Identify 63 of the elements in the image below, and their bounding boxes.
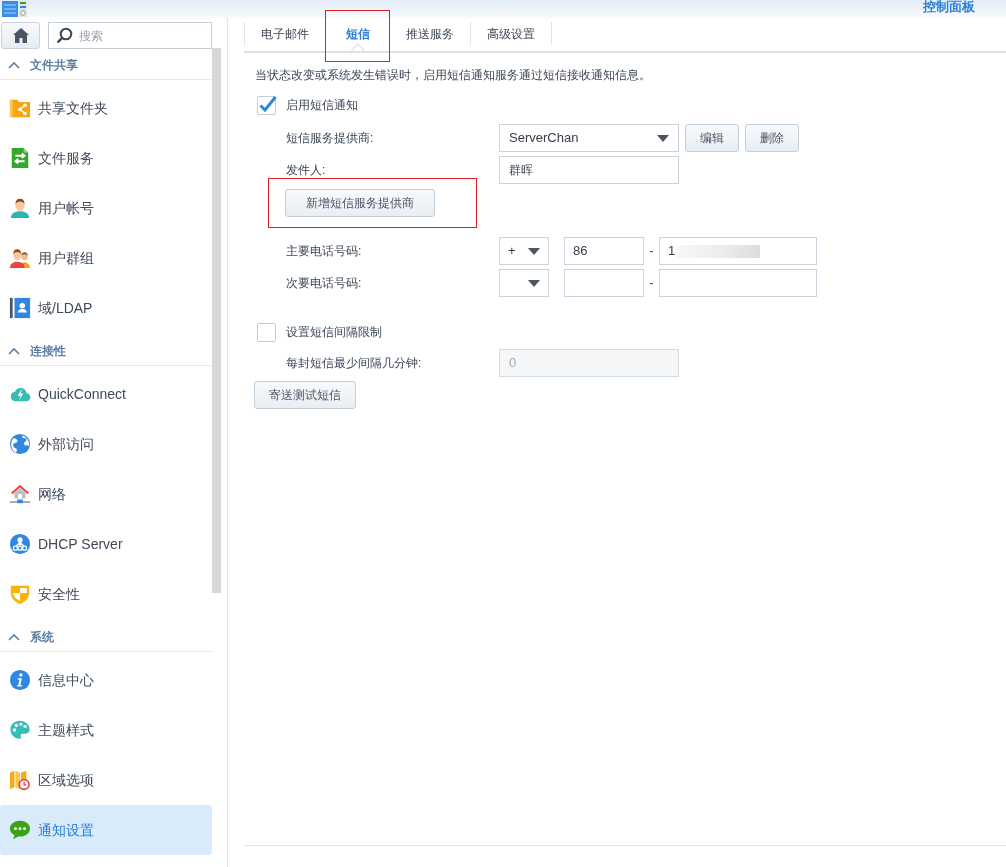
field-label: 主要电话号码: bbox=[286, 243, 363, 260]
sidebar-item[interactable]: 共享文件夹 bbox=[0, 83, 212, 133]
caret-down-icon bbox=[528, 247, 540, 255]
tab[interactable]: 高级设置 bbox=[471, 18, 551, 51]
field-label: 次要电话号码: bbox=[286, 275, 363, 292]
sidebar-item[interactable]: 用户帐号 bbox=[0, 183, 212, 233]
caret-down-icon bbox=[528, 279, 540, 287]
sidebar-item[interactable]: QuickConnect bbox=[0, 369, 212, 419]
palette-icon bbox=[9, 719, 31, 741]
home-button[interactable] bbox=[1, 22, 40, 49]
checkbox[interactable] bbox=[257, 95, 277, 115]
checkbox[interactable] bbox=[257, 322, 277, 342]
country-code-field[interactable] bbox=[564, 269, 644, 297]
shield-icon bbox=[9, 583, 31, 605]
country-prefix-dropdown[interactable]: + bbox=[499, 237, 549, 265]
caret-down-icon bbox=[657, 134, 669, 142]
sidebar-item[interactable]: 外部访问 bbox=[0, 419, 212, 469]
field-label: 每封短信最少间隔几分钟: bbox=[286, 355, 423, 372]
section-header[interactable]: 系统 bbox=[0, 622, 212, 652]
sender-field[interactable]: 群晖 bbox=[499, 156, 679, 184]
field-label: 短信服务提供商: bbox=[286, 130, 375, 147]
delete-button[interactable]: 删除 bbox=[745, 124, 799, 152]
sidebar-item[interactable]: 信息中心 bbox=[0, 655, 212, 705]
network-nodes-icon bbox=[9, 533, 31, 555]
home-icon bbox=[12, 28, 29, 43]
tab[interactable]: 推送服务 bbox=[390, 18, 470, 51]
send-test-button[interactable]: 寄送测试短信 bbox=[254, 381, 356, 409]
phone-number-field[interactable]: 1 bbox=[659, 237, 817, 265]
sidebar-item[interactable]: 文件服务 bbox=[0, 133, 212, 183]
globe-icon bbox=[9, 433, 31, 455]
info-icon bbox=[9, 669, 31, 691]
user-group-icon bbox=[9, 247, 31, 269]
contact-card-icon bbox=[9, 297, 31, 319]
folder-share-icon bbox=[9, 97, 31, 119]
country-code-field[interactable]: 86 bbox=[564, 237, 644, 265]
scrollbar-thumb[interactable] bbox=[212, 48, 221, 593]
map-clock-icon bbox=[9, 769, 31, 791]
sidebar-item[interactable]: 网络 bbox=[0, 469, 212, 519]
sidebar-item[interactable]: 用户群组 bbox=[0, 233, 212, 283]
sidebar-item[interactable]: 主题样式 bbox=[0, 705, 212, 755]
edit-button[interactable]: 编辑 bbox=[685, 124, 739, 152]
tab[interactable]: 电子邮件 bbox=[245, 18, 325, 51]
search-field[interactable]: 搜索 bbox=[48, 22, 212, 49]
separator-text: - bbox=[648, 242, 655, 261]
checkbox-label: 设置短信间隔限制 bbox=[286, 324, 382, 341]
sidebar-item[interactable]: 安全性 bbox=[0, 569, 212, 619]
add-provider-button[interactable]: 新增短信服务提供商 bbox=[285, 189, 435, 217]
document-arrows-icon bbox=[9, 147, 31, 169]
house-network-icon bbox=[9, 483, 31, 505]
sidebar-item[interactable]: 域/LDAP bbox=[0, 283, 212, 333]
checkbox-label: 启用短信通知 bbox=[286, 97, 358, 114]
sidebar-item[interactable]: 区域选项 bbox=[0, 755, 212, 805]
separator-text: - bbox=[648, 274, 655, 293]
chat-bubble-icon bbox=[9, 819, 31, 841]
window-title: 控制面板 bbox=[923, 0, 975, 14]
phone-number-field[interactable] bbox=[659, 269, 817, 297]
description-text: 当状态改变或系统发生错误时，启用短信通知服务通过短信接收通知信息。 bbox=[255, 67, 651, 83]
sidebar-item[interactable]: DHCP Server bbox=[0, 519, 212, 569]
search-icon bbox=[56, 27, 73, 44]
field-label: 发件人: bbox=[286, 162, 327, 179]
user-icon bbox=[9, 197, 31, 219]
country-prefix-dropdown[interactable] bbox=[499, 269, 549, 297]
provider-dropdown[interactable]: ServerChan bbox=[499, 124, 679, 152]
